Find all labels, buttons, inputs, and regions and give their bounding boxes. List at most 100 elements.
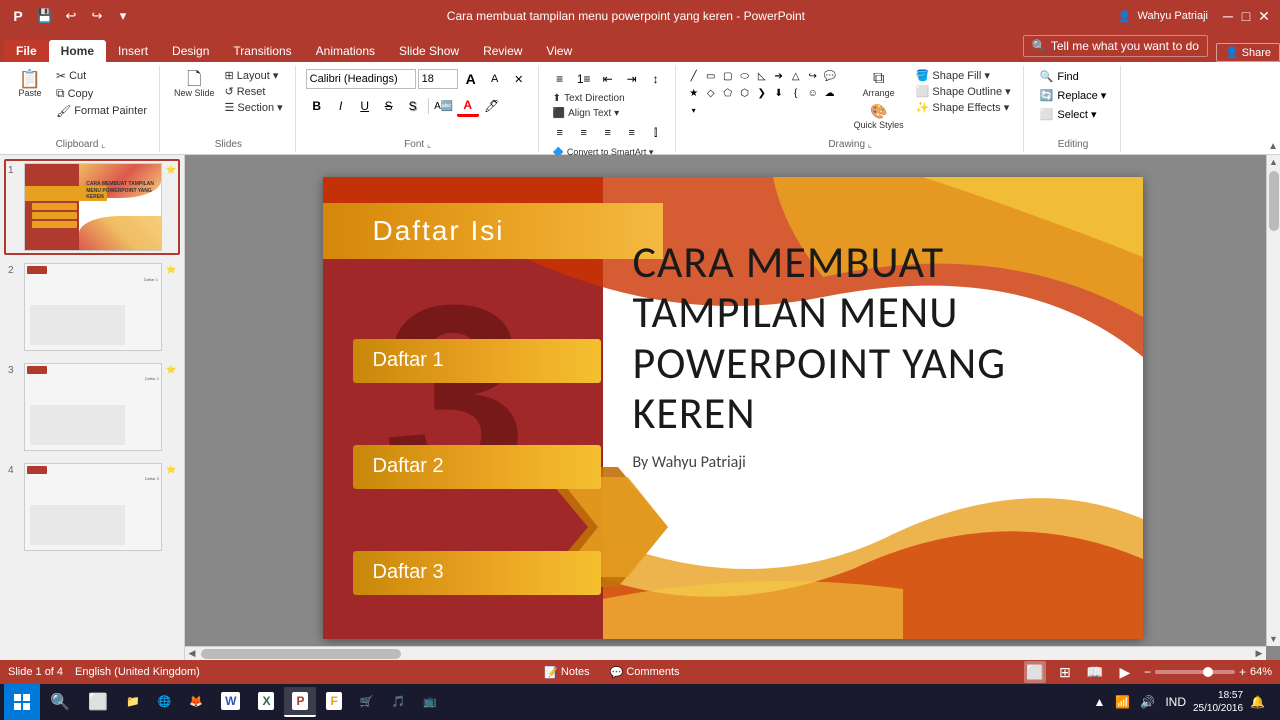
close-button[interactable]: ✕ <box>1256 8 1272 24</box>
language-icon[interactable]: IND <box>1162 693 1189 711</box>
undo-button[interactable]: ↩ <box>60 5 82 27</box>
numbering-button[interactable]: 1≡ <box>573 68 595 90</box>
align-text-button[interactable]: ⬛ Align Text ▾ <box>549 107 623 120</box>
slide-sorter-button[interactable]: ⊞ <box>1054 661 1076 683</box>
bullets-button[interactable]: ≡ <box>549 68 571 90</box>
horizontal-scrollbar[interactable]: ◀ ▶ <box>185 646 1266 660</box>
taskbar-file-explorer[interactable]: 📁 <box>118 687 148 717</box>
volume-icon[interactable]: 🔊 <box>1137 693 1158 711</box>
shape-diamond[interactable]: ◇ <box>703 85 719 101</box>
taskbar-powerpoint[interactable]: P <box>284 687 316 717</box>
shape-star[interactable]: ★ <box>686 85 702 101</box>
columns-button[interactable]: ⫿ <box>645 122 667 144</box>
tab-insert[interactable]: Insert <box>106 40 160 62</box>
share-button[interactable]: 👤 Share <box>1216 43 1280 62</box>
scroll-left-button[interactable]: ◀ <box>185 647 199 661</box>
zoom-out-button[interactable]: − <box>1144 665 1151 679</box>
scroll-up-button[interactable]: ▲ <box>1267 155 1280 169</box>
taskbar-clock[interactable]: 18:57 25/10/2016 <box>1193 689 1243 715</box>
shape-rect[interactable]: ▭ <box>703 68 719 84</box>
section-button[interactable]: ☰ Section ▾ <box>221 100 287 115</box>
reset-button[interactable]: ↺ Reset <box>221 84 287 99</box>
shape-pentagon[interactable]: ⬠ <box>720 85 736 101</box>
clear-format-button[interactable]: ✕ <box>508 68 530 90</box>
notifications-icon[interactable]: 🔔 <box>1247 693 1268 711</box>
shape-tri[interactable]: △ <box>788 68 804 84</box>
copy-button[interactable]: ⧉ Copy <box>52 85 151 102</box>
shape-callout[interactable]: 💬 <box>822 68 838 84</box>
customize-quick-access-button[interactable]: ▾ <box>112 5 134 27</box>
align-right-button[interactable]: ≡ <box>597 122 619 144</box>
user-area[interactable]: 👤 Wahyu Patriaji <box>1118 10 1208 23</box>
slide-edit-area[interactable]: Daftar Isi 3 Daftar 1 Daftar 2 Daftar 3 <box>185 155 1280 660</box>
minimize-button[interactable]: ─ <box>1220 8 1236 24</box>
format-painter-button[interactable]: 🖌 Format Painter <box>52 103 151 119</box>
font-name-input[interactable] <box>306 69 416 89</box>
zoom-in-button[interactable]: + <box>1239 665 1246 679</box>
taskbar-word[interactable]: W <box>213 687 248 717</box>
shape-chevron[interactable]: ❯ <box>754 85 770 101</box>
select-button[interactable]: ⬜ Select ▾ <box>1034 106 1113 123</box>
shape-rounded-rect[interactable]: ▢ <box>720 68 736 84</box>
text-direction-button[interactable]: ⬆ Text Direction <box>549 92 629 105</box>
shape-oval[interactable]: ⬭ <box>737 68 753 84</box>
tab-home[interactable]: Home <box>49 40 106 62</box>
shape-arrow[interactable]: ➔ <box>771 68 787 84</box>
tab-transitions[interactable]: Transitions <box>221 40 303 62</box>
shrink-font-button[interactable]: A <box>484 68 506 90</box>
increase-indent-button[interactable]: ⇥ <box>621 68 643 90</box>
center-button[interactable]: ≡ <box>573 122 595 144</box>
task-view[interactable]: ⬜ <box>80 684 116 720</box>
underline-button[interactable]: U <box>354 95 376 117</box>
taskbar-app-shop[interactable]: 🛒 <box>352 687 382 717</box>
shape-bent-arrow[interactable]: ↪ <box>805 68 821 84</box>
slide-thumb-1[interactable]: 1 CARA MEMBUAT TAMPILAN MENU POWERPOINT … <box>4 159 180 255</box>
tab-animations[interactable]: Animations <box>304 40 387 62</box>
grow-font-button[interactable]: A <box>460 68 482 90</box>
shape-outline-button[interactable]: ⬜ Shape Outline ▾ <box>912 84 1015 99</box>
taskbar-firefox[interactable]: 🦊 <box>181 687 211 717</box>
slide-thumb-2[interactable]: 2 Daftar 1 ⭐ <box>4 259 180 355</box>
taskbar-excel[interactable]: X <box>250 687 282 717</box>
tab-review[interactable]: Review <box>471 40 534 62</box>
tab-slideshow[interactable]: Slide Show <box>387 40 471 62</box>
shape-cloud[interactable]: ☁ <box>822 85 838 101</box>
shape-down-arrow[interactable]: ⬇ <box>771 85 787 101</box>
zoom-slider[interactable] <box>1155 670 1235 674</box>
reading-view-button[interactable]: 📖 <box>1084 661 1106 683</box>
new-slide-button[interactable]: 🗋 New Slide <box>170 68 219 101</box>
maximize-button[interactable]: □ <box>1238 8 1254 24</box>
slide-thumb-4[interactable]: 4 Daftar 3 ⭐ <box>4 459 180 555</box>
font-color-button[interactable]: A <box>457 95 479 117</box>
zoom-thumb[interactable] <box>1203 667 1213 677</box>
justify-button[interactable]: ≡ <box>621 122 643 144</box>
highlight-button[interactable]: 🖊 <box>481 95 503 117</box>
quick-styles-button[interactable]: 🎨 Quick Styles <box>850 101 908 132</box>
shadow-button[interactable]: S <box>402 95 424 117</box>
network-icon[interactable]: 📶 <box>1112 693 1133 711</box>
tab-design[interactable]: Design <box>160 40 221 62</box>
shape-fill-button[interactable]: 🪣 Shape Fill ▾ <box>912 68 1015 83</box>
char-spacing-button[interactable]: A🔤 <box>433 95 455 117</box>
scroll-right-button[interactable]: ▶ <box>1252 647 1266 661</box>
slide-thumb-3[interactable]: 3 Daftar 2 ⭐ <box>4 359 180 455</box>
taskbar-app-f[interactable]: F <box>318 687 349 717</box>
bold-button[interactable]: B <box>306 95 328 117</box>
save-button[interactable]: 💾 <box>34 5 56 27</box>
normal-view-button[interactable]: ⬜ <box>1024 661 1046 683</box>
taskbar-app-media[interactable]: 🎵 <box>384 687 414 717</box>
slideshow-button[interactable]: ▶ <box>1114 661 1136 683</box>
start-button[interactable] <box>4 684 40 720</box>
shape-right-tri[interactable]: ◺ <box>754 68 770 84</box>
replace-button[interactable]: 🔄 Replace ▾ <box>1034 87 1113 104</box>
taskbar-chrome[interactable]: 🌐 <box>150 687 180 717</box>
ribbon-search-box[interactable]: 🔍 Tell me what you want to do <box>1023 35 1208 57</box>
find-button[interactable]: 🔍 Find <box>1034 68 1113 85</box>
vertical-scrollbar[interactable]: ▲ ▼ <box>1266 155 1280 646</box>
taskbar-app-tv[interactable]: 📺 <box>415 687 445 717</box>
cut-button[interactable]: ✂ Cut <box>52 68 151 84</box>
scroll-thumb-vertical[interactable] <box>1269 171 1279 231</box>
shape-brace[interactable]: { <box>788 85 804 101</box>
shape-line[interactable]: ╱ <box>686 68 702 84</box>
scroll-thumb-horizontal[interactable] <box>201 649 401 659</box>
